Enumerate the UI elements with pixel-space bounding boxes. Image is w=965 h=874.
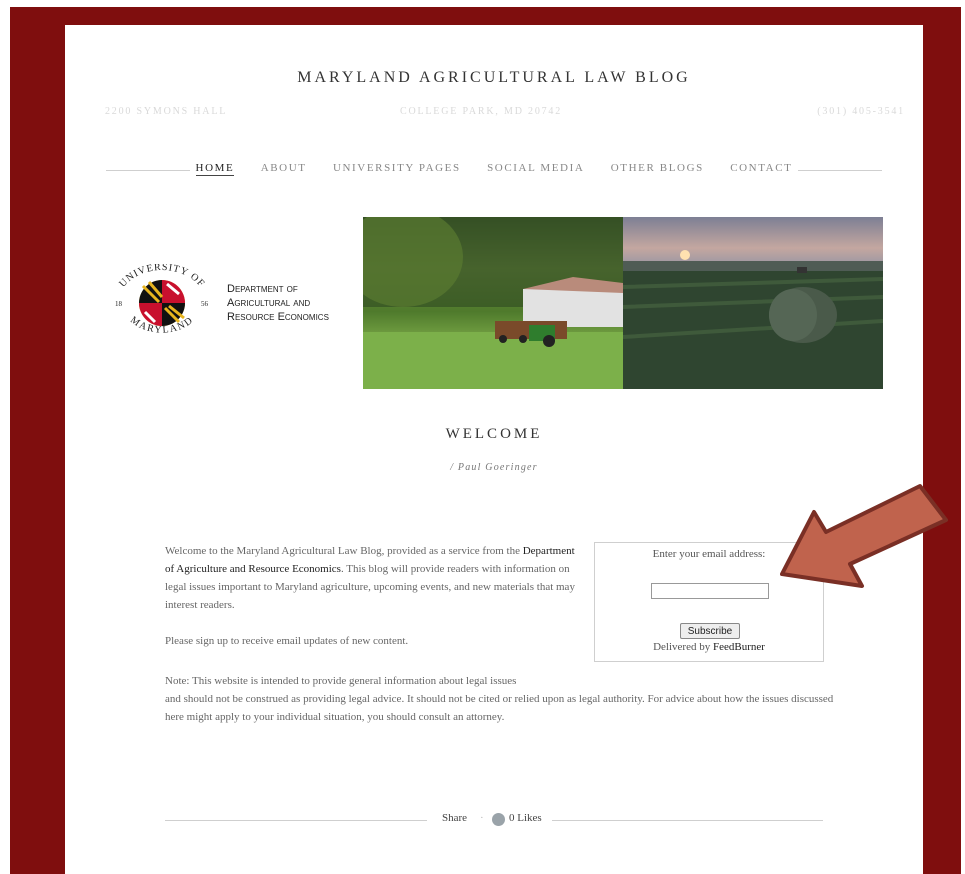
phone-text: (301) 405-3541 — [817, 106, 905, 117]
legal-note: Note: This website is intended to provid… — [165, 672, 835, 726]
share-divider-left — [165, 820, 427, 821]
likes-count[interactable]: 0 Likes — [509, 812, 542, 824]
delivered-by-text: Delivered by FeedBurner — [653, 641, 765, 653]
nav-item-home[interactable]: HOME — [195, 162, 235, 176]
share-button[interactable]: Share — [442, 812, 467, 824]
pointer-arrow-icon — [780, 484, 948, 588]
address-text: 2200 SYMONS HALL — [105, 106, 228, 117]
post-paragraph-1-start: Welcome to the Maryland Agricultural Law… — [165, 545, 520, 557]
nav-item-about[interactable]: ABOUT — [261, 162, 307, 174]
svg-text:18: 18 — [115, 300, 123, 308]
farm-tractor-photo — [363, 217, 623, 389]
site-title[interactable]: MARYLAND AGRICULTURAL LAW BLOG — [65, 69, 923, 87]
university-seal-icon: UNIVERSITY OF MARYLAND 18 56 — [115, 264, 209, 336]
nav-item-university-pages[interactable]: UNIVERSITY PAGES — [333, 162, 461, 174]
post-body: Welcome to the Maryland Agricultural Law… — [165, 542, 585, 668]
legal-note-line-2: and should not be construed as providing… — [165, 693, 834, 723]
post-paragraph-2: Please sign up to receive email updates … — [165, 635, 409, 647]
department-logo: UNIVERSITY OF MARYLAND 18 56 Department … — [105, 217, 365, 391]
like-icon[interactable] — [492, 813, 505, 826]
share-separator: · — [480, 812, 484, 824]
post-title[interactable]: WELCOME — [65, 426, 923, 443]
main-navigation: HOME ABOUT UNIVERSITY PAGES SOCIAL MEDIA… — [106, 162, 882, 178]
svg-text:56: 56 — [201, 300, 209, 308]
dept-name-line2: Agricultural and — [227, 297, 311, 309]
nav-item-social-media[interactable]: SOCIAL MEDIA — [487, 162, 584, 174]
city-text: COLLEGE PARK, MD 20742 — [400, 106, 563, 117]
page-content: MARYLAND AGRICULTURAL LAW BLOG 2200 SYMO… — [65, 25, 923, 874]
legal-note-line-1: Note: This website is intended to provid… — [165, 675, 517, 687]
nav-item-other-blogs[interactable]: OTHER BLOGS — [611, 162, 704, 174]
header-banner[interactable]: UNIVERSITY OF MARYLAND 18 56 Department … — [105, 217, 883, 391]
feedburner-link[interactable]: FeedBurner — [713, 641, 765, 653]
share-divider-right — [552, 820, 823, 821]
post-byline[interactable]: / Paul Goeringer — [65, 462, 923, 473]
dept-name-line3: Resource Economics — [227, 311, 329, 323]
dept-name-line1: Department of — [227, 283, 298, 295]
nav-item-contact[interactable]: CONTACT — [730, 162, 792, 174]
share-likes-bar: Share · 0 Likes — [165, 812, 823, 828]
hay-bale-sunset-photo — [623, 217, 883, 389]
contact-info-row: 2200 SYMONS HALL COLLEGE PARK, MD 20742 … — [105, 106, 905, 120]
subscribe-button[interactable]: Subscribe — [680, 623, 740, 639]
email-input[interactable] — [651, 583, 769, 599]
